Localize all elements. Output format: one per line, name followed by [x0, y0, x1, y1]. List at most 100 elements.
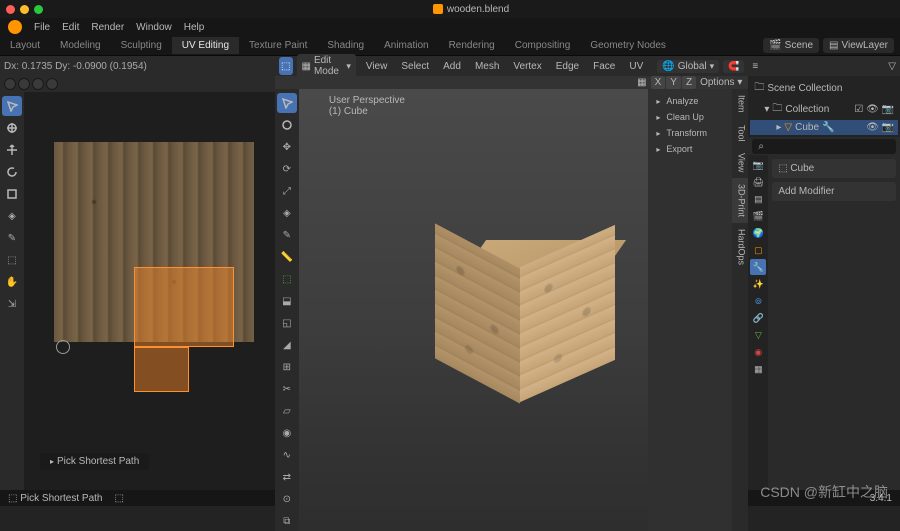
tab-rendering[interactable]: Rendering	[439, 37, 505, 54]
mesh-select-icon[interactable]: ▦	[637, 77, 646, 88]
viewlayer-tab-icon[interactable]: ▤	[750, 191, 766, 207]
select-box-tool[interactable]	[277, 93, 297, 113]
viewlayer-selector[interactable]: ▤ ViewLayer	[823, 38, 894, 53]
vp-menu-select[interactable]: Select	[395, 59, 435, 74]
add-cube-tool[interactable]: ⬚	[277, 269, 297, 289]
grab-tool[interactable]: ✋	[2, 272, 22, 292]
smooth-tool[interactable]: ∿	[277, 445, 297, 465]
tab-animation[interactable]: Animation	[374, 37, 438, 54]
inset-tool[interactable]: ◱	[277, 313, 297, 333]
n-tab-tool[interactable]: Tool	[732, 119, 748, 148]
vp-menu-vertex[interactable]: Vertex	[507, 59, 547, 74]
scale-tool[interactable]	[2, 184, 22, 204]
filter-icon[interactable]: ▽	[888, 61, 896, 72]
bevel-tool[interactable]: ◢	[277, 335, 297, 355]
annotate-tool[interactable]: ✎	[2, 228, 22, 248]
particles-tab-icon[interactable]: ✨	[750, 276, 766, 292]
rotate-tool[interactable]: ⟳	[277, 159, 297, 179]
shading-ball[interactable]	[4, 78, 16, 90]
annotate-tool[interactable]: ✎	[277, 225, 297, 245]
options-dropdown[interactable]: Options ▾	[700, 77, 742, 88]
spin-tool[interactable]: ◉	[277, 423, 297, 443]
tab-uv-editing[interactable]: UV Editing	[172, 37, 239, 54]
extrude-tool[interactable]: ⬓	[277, 291, 297, 311]
world-tab-icon[interactable]: 🌍	[750, 225, 766, 241]
vp-menu-view[interactable]: View	[360, 59, 394, 74]
viewport-canvas[interactable]: User Perspective (1) Cube Z Y X 🔍 ✋ 📷 ▦	[299, 89, 749, 531]
n-section-clean-up[interactable]: Clean Up	[652, 109, 728, 125]
n-section-transform[interactable]: Transform	[652, 125, 728, 141]
rotate-tool[interactable]	[2, 162, 22, 182]
uv-selection[interactable]	[134, 267, 234, 347]
vp-menu-add[interactable]: Add	[437, 59, 467, 74]
knife-tool[interactable]: ✂	[277, 379, 297, 399]
mode-selector[interactable]: ▦ Edit Mode ▾	[297, 54, 356, 78]
pinch-tool[interactable]: ⇲	[2, 294, 22, 314]
scene-tab-icon[interactable]: 🎬	[750, 208, 766, 224]
texture-tab-icon[interactable]: ▦	[750, 361, 766, 377]
scale-tool[interactable]: ⤢	[277, 181, 297, 201]
physics-tab-icon[interactable]: ⊚	[750, 293, 766, 309]
uv-2d-cursor-icon[interactable]	[56, 340, 70, 354]
mirror-x[interactable]: X	[651, 76, 666, 89]
output-tab-icon[interactable]: 🖨	[750, 174, 766, 190]
minimize-traffic[interactable]	[20, 5, 29, 14]
n-tab-item[interactable]: Item	[732, 89, 748, 119]
shading-ball[interactable]	[32, 78, 44, 90]
shading-ball[interactable]	[46, 78, 58, 90]
outliner-tree[interactable]: 🗀 Scene Collection ▾🗀 Collection ☑ 👁 📷 ▸…	[748, 76, 900, 137]
vp-menu-edge[interactable]: Edge	[550, 59, 585, 74]
add-modifier-button[interactable]: Add Modifier	[772, 182, 896, 201]
vp-menu-face[interactable]: Face	[587, 59, 621, 74]
n-section-export[interactable]: Export	[652, 141, 728, 157]
material-tab-icon[interactable]: ◉	[750, 344, 766, 360]
loop-cut-tool[interactable]: ⊞	[277, 357, 297, 377]
editor-type-icon[interactable]: ⬚	[279, 57, 293, 75]
transform-tool[interactable]: ◈	[277, 203, 297, 223]
n-tab-hardops[interactable]: HardOps	[732, 223, 748, 271]
edge-slide-tool[interactable]: ⇄	[277, 467, 297, 487]
outliner-row[interactable]: 🗀 Scene Collection	[750, 78, 898, 99]
menu-file[interactable]: File	[28, 20, 56, 35]
object-tab-icon[interactable]: ▢	[750, 242, 766, 258]
select-tool[interactable]	[2, 96, 22, 116]
poly-build-tool[interactable]: ▱	[277, 401, 297, 421]
tab-shading[interactable]: Shading	[317, 37, 374, 54]
cursor-tool[interactable]	[277, 115, 297, 135]
uv-selection[interactable]	[134, 347, 189, 392]
props-search[interactable]: ⌕	[752, 139, 896, 154]
tab-texture-paint[interactable]: Texture Paint	[239, 37, 317, 54]
outliner-row[interactable]: ▾🗀 Collection ☑ 👁 📷	[750, 99, 898, 120]
blender-logo-icon[interactable]	[8, 20, 22, 34]
transform-tool[interactable]: ◈	[2, 206, 22, 226]
menu-help[interactable]: Help	[178, 20, 211, 35]
tab-sculpting[interactable]: Sculpting	[111, 37, 172, 54]
snap-toggle[interactable]: 🧲	[723, 60, 744, 73]
measure-tool[interactable]: 📏	[277, 247, 297, 267]
move-tool[interactable]	[2, 140, 22, 160]
vp-menu-uv[interactable]: UV	[623, 59, 649, 74]
orientation-selector[interactable]: 🌐 Global ▾	[657, 60, 719, 73]
n-tab-view[interactable]: View	[732, 147, 748, 178]
zoom-traffic[interactable]	[34, 5, 43, 14]
rip-tool[interactable]: ⬚	[2, 250, 22, 270]
mesh-tab-icon[interactable]: ▽	[750, 327, 766, 343]
mirror-z[interactable]: Z	[682, 76, 696, 89]
scene-selector[interactable]: 🎬 Scene	[763, 38, 819, 53]
tab-layout[interactable]: Layout	[0, 37, 50, 54]
close-traffic[interactable]	[6, 5, 15, 14]
modifier-tab-icon[interactable]: 🔧	[750, 259, 766, 275]
cursor-tool[interactable]	[2, 118, 22, 138]
uv-canvas[interactable]	[24, 92, 275, 490]
rip-tool[interactable]: ⧉	[277, 511, 297, 531]
tab-geometry-nodes[interactable]: Geometry Nodes	[580, 37, 676, 54]
render-tab-icon[interactable]: 📷	[750, 157, 766, 173]
menu-render[interactable]: Render	[85, 20, 130, 35]
outliner-row[interactable]: ▸▽ Cube 🔧 👁 📷	[750, 120, 898, 135]
constraints-tab-icon[interactable]: 🔗	[750, 310, 766, 326]
move-tool[interactable]: ✥	[277, 137, 297, 157]
vp-menu-mesh[interactable]: Mesh	[469, 59, 505, 74]
n-section-analyze[interactable]: Analyze	[652, 93, 728, 109]
cube-object[interactable]	[443, 213, 623, 393]
n-tab-3d-print[interactable]: 3D-Print	[732, 178, 748, 223]
